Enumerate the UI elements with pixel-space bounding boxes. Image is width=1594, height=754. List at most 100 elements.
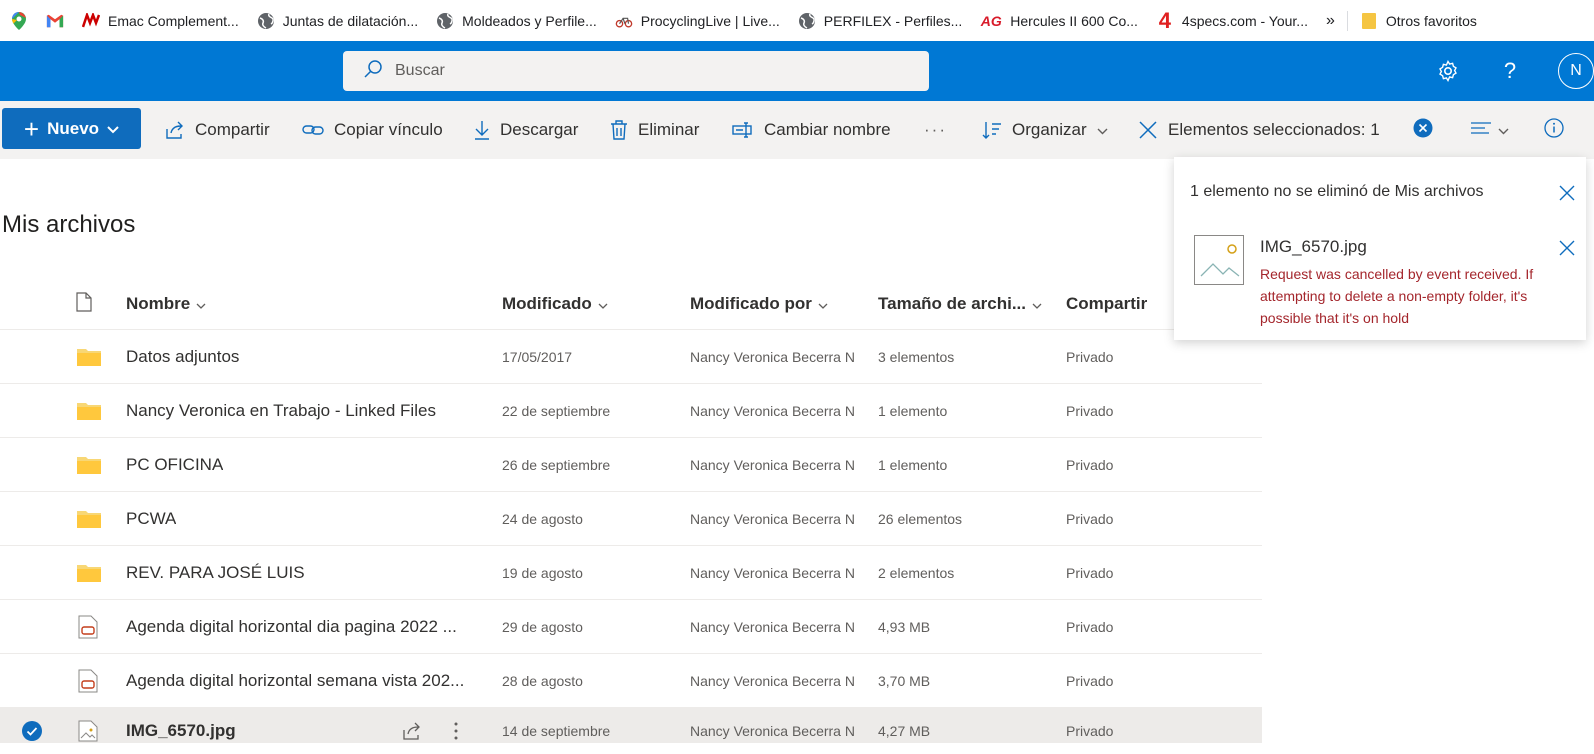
modified-date: 24 de agosto	[502, 511, 583, 527]
bookmarks-overflow-button[interactable]: »	[1326, 12, 1335, 30]
table-row[interactable]: PC OFICINA 26 de septiembre Nancy Veroni…	[0, 438, 1262, 492]
share-button[interactable]: Compartir	[165, 101, 270, 159]
file-name[interactable]: Datos adjuntos	[126, 330, 239, 384]
table-row[interactable]: REV. PARA JOSÉ LUIS 19 de agosto Nancy V…	[0, 546, 1262, 600]
globe-icon	[798, 12, 816, 30]
more-options-button[interactable]: ···	[924, 101, 947, 159]
document-icon	[76, 291, 92, 317]
folder-icon	[1360, 12, 1378, 30]
bookmark-label: Emac Complement...	[108, 12, 239, 29]
search-icon	[363, 59, 383, 84]
bookmark-4specs[interactable]: 4 4specs.com - Your...	[1156, 8, 1308, 33]
page-title: Mis archivos	[2, 211, 136, 238]
modified-column-header[interactable]: Modificado	[502, 278, 608, 330]
table-row[interactable]: Agenda digital horizontal semana vista 2…	[0, 654, 1262, 708]
avatar[interactable]: N	[1558, 53, 1594, 89]
bookmark-juntas[interactable]: Juntas de dilatación...	[257, 12, 418, 30]
file-size: 3,70 MB	[878, 673, 931, 689]
bookmark-perfilex[interactable]: PERFILEX - Perfiles...	[798, 12, 962, 30]
clear-selection-button[interactable]	[1413, 101, 1433, 159]
table-row[interactable]: Nancy Veronica en Trabajo - Linked Files…	[0, 384, 1262, 438]
file-name[interactable]: REV. PARA JOSÉ LUIS	[126, 546, 305, 600]
sharing-status: Privado	[1066, 457, 1114, 473]
info-icon	[1544, 117, 1564, 143]
file-name[interactable]: PC OFICINA	[126, 438, 223, 492]
sort-label: Organizar	[1012, 120, 1087, 139]
search-box[interactable]: Buscar	[343, 51, 929, 91]
file-size: 2 elementos	[878, 565, 955, 581]
notification-title: 1 elemento no se eliminó de Mis archivos	[1190, 183, 1484, 200]
column-label: Modificado	[502, 294, 592, 313]
chevron-down-icon	[1097, 120, 1108, 140]
file-name[interactable]: PCWA	[126, 492, 176, 546]
modified-date: 22 de septiembre	[502, 403, 611, 419]
close-icon[interactable]	[1556, 182, 1578, 204]
new-button[interactable]: + Nuevo	[2, 108, 141, 149]
table-row-selected[interactable]: IMG_6570.jpg 14 de septiembre Nancy Vero…	[0, 708, 1262, 743]
file-name[interactable]: IMG_6570.jpg	[126, 708, 236, 754]
table-header: Nombre Modificado Modificado por Tamaño …	[0, 278, 1262, 330]
modified-date: 19 de agosto	[502, 565, 583, 581]
file-size: 4,93 MB	[878, 619, 931, 635]
chevron-down-icon	[107, 119, 119, 139]
info-button[interactable]	[1544, 101, 1564, 159]
share-icon[interactable]	[402, 708, 422, 754]
bookmark-label: Moldeados y Perfile...	[462, 12, 597, 29]
plus-icon: +	[23, 113, 40, 144]
view-options-button[interactable]	[1470, 101, 1509, 159]
table-row[interactable]: Datos adjuntos 17/05/2017 Nancy Veronica…	[0, 330, 1262, 384]
file-size-column-header[interactable]: Tamaño de archi...	[878, 278, 1042, 330]
table-row[interactable]: Agenda digital horizontal dia pagina 202…	[0, 600, 1262, 654]
chevron-down-icon	[598, 294, 608, 314]
rename-icon	[732, 122, 754, 138]
more-vertical-icon[interactable]	[454, 708, 458, 754]
command-bar: + Nuevo Compartir Copiar vínculo Descarg…	[0, 101, 1594, 159]
pdf-file-icon	[78, 654, 98, 708]
name-column-header[interactable]: Nombre	[126, 278, 206, 330]
modified-date: 14 de septiembre	[502, 723, 611, 739]
settings-gear-icon[interactable]	[1432, 55, 1464, 87]
chevron-down-icon	[818, 294, 828, 314]
modified-date: 29 de agosto	[502, 619, 583, 635]
ag-logo-icon: AG	[980, 12, 1002, 29]
bookmark-label: Hercules II 600 Co...	[1010, 12, 1138, 29]
delete-button[interactable]: Eliminar	[610, 101, 699, 159]
share-icon	[165, 120, 185, 140]
sharing-status: Privado	[1066, 403, 1114, 419]
file-name[interactable]: Agenda digital horizontal dia pagina 202…	[126, 600, 457, 654]
modified-by-column-header[interactable]: Modificado por	[690, 278, 828, 330]
help-icon[interactable]: ?	[1494, 55, 1526, 87]
row-checkbox-checked-icon[interactable]	[22, 708, 42, 754]
file-name[interactable]: Agenda digital horizontal semana vista 2…	[126, 654, 464, 708]
bookmark-maps[interactable]	[10, 11, 28, 30]
dismiss-item-icon[interactable]	[1556, 237, 1578, 259]
copy-link-button[interactable]: Copiar vínculo	[302, 101, 443, 159]
bookmark-emac[interactable]: Emac Complement...	[82, 12, 239, 30]
table-row[interactable]: PCWA 24 de agosto Nancy Veronica Becerra…	[0, 492, 1262, 546]
other-favorites-folder[interactable]: Otros favoritos	[1360, 12, 1477, 30]
selection-status[interactable]: Elementos seleccionados: 1	[1138, 101, 1380, 159]
sharing-status: Privado	[1066, 673, 1114, 689]
sort-button[interactable]: Organizar	[982, 101, 1108, 159]
sharing-status: Privado	[1066, 349, 1114, 365]
divider	[1346, 10, 1348, 31]
file-name[interactable]: Nancy Veronica en Trabajo - Linked Files	[126, 384, 436, 438]
bookmark-label: Juntas de dilatación...	[282, 12, 419, 29]
globe-icon	[257, 12, 275, 30]
bookmark-moldeados[interactable]: Moldeados y Perfile...	[436, 12, 597, 30]
download-button[interactable]: Descargar	[474, 101, 578, 159]
chevron-down-icon	[1498, 120, 1509, 140]
bookmark-hercules[interactable]: AG Hercules II 600 Co...	[980, 12, 1138, 30]
sharing-column-header[interactable]: Compartir	[1066, 278, 1147, 330]
rename-button[interactable]: Cambiar nombre	[732, 101, 891, 159]
bookmark-procycling[interactable]: ProcyclingLive | Live...	[615, 12, 780, 30]
file-type-column-header[interactable]	[76, 278, 92, 330]
close-icon	[1138, 120, 1158, 140]
bookmark-label: 4specs.com - Your...	[1181, 12, 1308, 29]
modified-by: Nancy Veronica Becerra N	[690, 403, 855, 419]
chevron-down-icon	[196, 294, 206, 314]
folder-icon	[76, 546, 102, 600]
file-size: 1 elemento	[878, 457, 948, 473]
bookmark-gmail[interactable]	[46, 12, 64, 30]
link-icon	[302, 122, 324, 138]
